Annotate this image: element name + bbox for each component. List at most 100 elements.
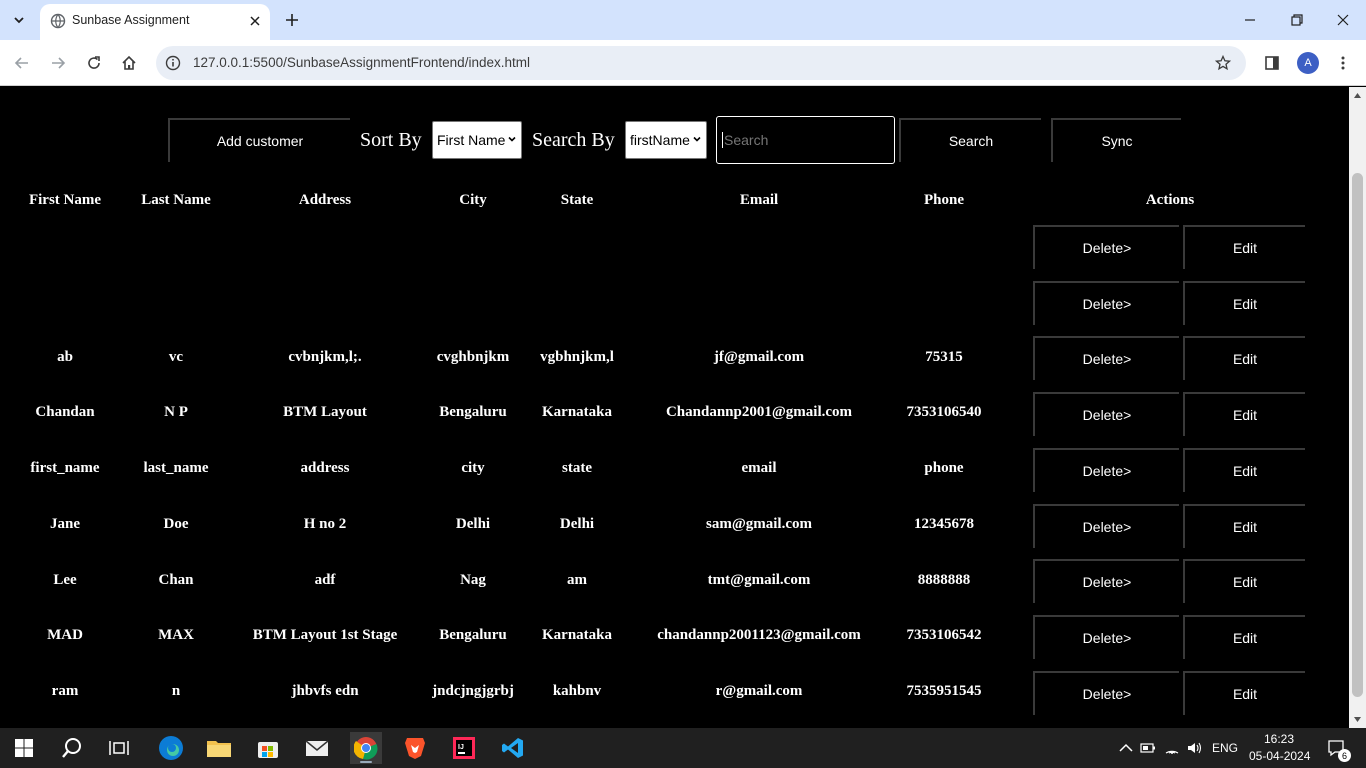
file-explorer-icon[interactable] [203,732,235,764]
close-icon [1337,14,1349,26]
search-placeholder: Search [724,132,769,148]
minimize-icon [1245,19,1255,21]
notification-center-button[interactable]: 6 [1320,732,1352,764]
cell-address: adf [314,571,336,588]
cell-city: jndcjngjgrbj [432,682,514,699]
edit-button[interactable]: Edit [1183,503,1305,548]
clock-date[interactable]: 05-04-2024 [1249,749,1310,763]
edge-icon[interactable] [155,732,187,764]
scroll-thumb[interactable] [1352,173,1363,697]
delete-button[interactable]: Delete> [1033,392,1179,437]
delete-button[interactable]: Delete> [1033,225,1179,269]
cell-state: am [567,571,587,588]
notification-count-badge: 6 [1338,749,1351,762]
browser-tab[interactable]: Sunbase Assignment [40,4,270,40]
edit-button[interactable]: Edit [1183,392,1305,437]
more-vert-icon [1341,56,1345,70]
cell-address: jhbvfs edn [291,682,359,699]
delete-button[interactable]: Delete> [1033,503,1179,548]
tab-close-button[interactable] [246,12,264,30]
chrome-icon[interactable] [350,732,382,764]
column-header-phone: Phone [923,192,965,208]
vscode-icon[interactable] [497,732,529,764]
forward-button[interactable] [46,51,70,75]
sync-button[interactable]: Sync [1051,118,1181,162]
column-header-actions: Actions [1145,192,1195,208]
cell-first-name: ram [51,682,79,699]
chevron-down-icon [693,136,701,142]
globe-icon [50,13,66,29]
cell-address: BTM Layout [283,404,367,421]
svg-text:IJ: IJ [458,744,464,751]
active-app-indicator [360,761,372,763]
edit-button[interactable]: Edit [1183,447,1305,492]
delete-button[interactable]: Delete> [1033,614,1179,659]
task-view-icon[interactable] [103,732,135,764]
close-window-button[interactable] [1331,8,1355,32]
mail-icon[interactable] [301,732,333,764]
add-customer-button[interactable]: Add customer [168,118,350,162]
edit-button[interactable]: Edit [1183,559,1305,604]
delete-button[interactable]: Delete> [1033,336,1179,381]
volume-icon[interactable] [1179,732,1211,764]
cell-city: cvghbnjkm [436,348,510,365]
edit-button[interactable]: Edit [1183,670,1305,715]
language-indicator[interactable]: ENG [1212,741,1238,755]
search-button[interactable]: Search [899,118,1041,162]
cell-last-name: MAX [158,627,194,644]
cell-phone: 8888888 [917,571,971,588]
side-panel-button[interactable] [1260,51,1284,75]
cell-email: Chandannp2001@gmail.com [665,404,853,421]
search-icon[interactable] [56,732,88,764]
search-by-select[interactable]: firstName [625,121,707,159]
back-button[interactable] [10,51,34,75]
page-scrollbar[interactable] [1349,87,1366,728]
cell-state: vgbhnjkm,l [540,348,614,365]
restore-icon [1291,14,1303,26]
delete-button[interactable]: Delete> [1033,670,1179,715]
chrome-menu-button[interactable] [1331,51,1355,75]
edit-button[interactable]: Edit [1183,280,1305,325]
tab-search-button[interactable] [7,8,31,32]
cell-phone: 12345678 [914,515,974,532]
edit-button[interactable]: Edit [1183,225,1305,269]
reload-button[interactable] [82,51,106,75]
profile-avatar[interactable]: A [1297,52,1319,74]
site-info-icon[interactable] [164,54,182,72]
edit-button[interactable]: Edit [1183,614,1305,659]
cell-city: Bengaluru [439,627,507,644]
windows-start-icon[interactable] [8,732,40,764]
clock-time[interactable]: 16:23 [1264,732,1294,746]
edit-button[interactable]: Edit [1183,336,1305,381]
delete-button[interactable]: Delete> [1033,559,1179,604]
sort-by-select[interactable]: First Name [432,121,522,159]
cell-email: sam@gmail.com [705,515,813,532]
scroll-down-arrow-icon[interactable] [1353,715,1362,724]
restore-button[interactable] [1285,8,1309,32]
cell-city: Delhi [455,515,491,532]
cell-state: Delhi [559,515,595,532]
scroll-up-arrow-icon[interactable] [1353,91,1362,100]
windows-taskbar: IJ ENG 16:23 05-04-2024 6 [0,728,1366,768]
sort-by-label: Sort By [360,129,422,151]
cell-state: kahbnv [552,682,602,699]
column-header-first-name: First Name [28,192,102,208]
tab-strip: Sunbase Assignment [0,0,1366,40]
cell-address: H no 2 [303,515,347,532]
cell-city: Bengaluru [439,404,507,421]
brave-icon[interactable] [399,732,431,764]
minimize-button[interactable] [1238,8,1262,32]
text-cursor [722,132,723,148]
delete-button[interactable]: Delete> [1033,447,1179,492]
intellij-icon[interactable]: IJ [448,732,480,764]
address-bar[interactable]: 127.0.0.1:5500/SunbaseAssignmentFrontend… [156,46,1246,80]
home-button[interactable] [117,51,141,75]
search-input[interactable]: Search [716,116,895,164]
cell-email: chandannp2001123@gmail.com [657,627,861,644]
microsoft-store-icon[interactable] [252,732,284,764]
delete-button[interactable]: Delete> [1033,280,1179,325]
cell-phone: 7353106542 [906,627,982,644]
bookmark-star-icon[interactable] [1214,54,1232,72]
cell-last-name: last_name [143,460,209,477]
new-tab-button[interactable] [282,10,302,30]
